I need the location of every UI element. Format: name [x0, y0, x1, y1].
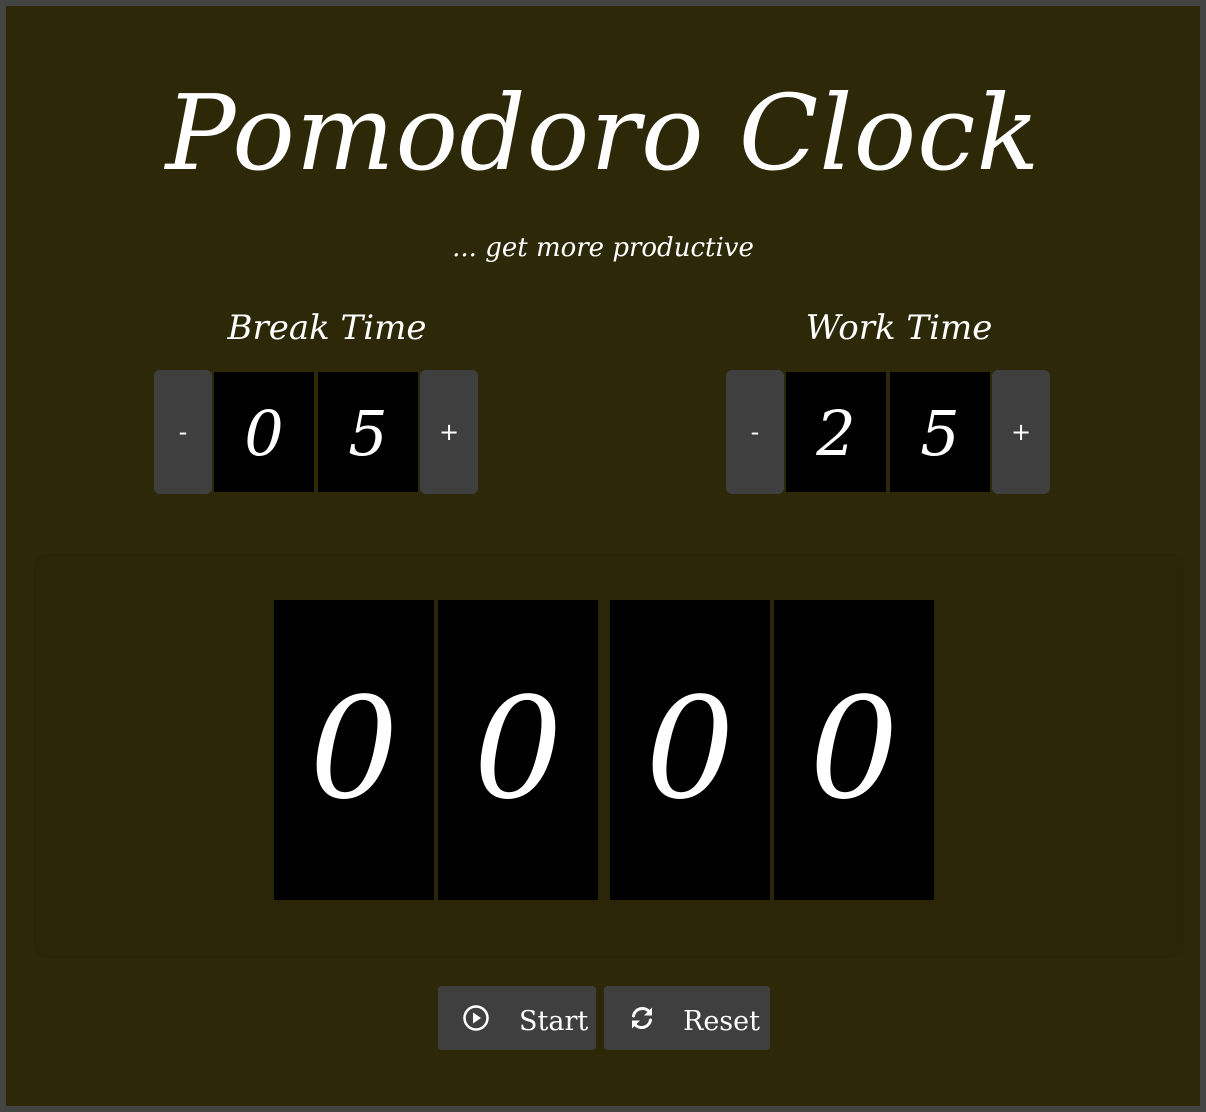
- work-increment-button[interactable]: +: [992, 370, 1050, 494]
- page-subtitle: ... get more productive: [452, 233, 754, 263]
- start-button-label: Start: [519, 1006, 589, 1037]
- app-frame: Pomodoro Clock ... get more productive B…: [0, 0, 1206, 1112]
- break-minutes-ones-digit: 5: [318, 372, 418, 492]
- work-minutes-ones-digit: 5: [890, 372, 990, 492]
- work-time-label: Work Time: [805, 308, 993, 348]
- timer-minutes-ones-digit: 0: [438, 600, 598, 900]
- start-button[interactable]: Start: [438, 986, 596, 1050]
- play-circle-icon: [462, 1004, 490, 1032]
- reset-button-label: Reset: [683, 1006, 760, 1037]
- work-minutes-tens-digit: 2: [786, 372, 886, 492]
- break-increment-button[interactable]: +: [420, 370, 478, 494]
- reset-button[interactable]: Reset: [604, 986, 770, 1050]
- work-decrement-button[interactable]: -: [726, 370, 784, 494]
- page-title: Pomodoro Clock: [165, 72, 1041, 194]
- timer-minutes-tens-digit: 0: [274, 600, 434, 900]
- break-minutes-tens-digit: 0: [214, 372, 314, 492]
- break-time-label: Break Time: [227, 308, 427, 348]
- break-decrement-button[interactable]: -: [154, 370, 212, 494]
- timer-display-panel: [36, 556, 1182, 956]
- refresh-icon: [628, 1004, 656, 1032]
- timer-seconds-ones-digit: 0: [774, 600, 934, 900]
- timer-seconds-tens-digit: 0: [610, 600, 770, 900]
